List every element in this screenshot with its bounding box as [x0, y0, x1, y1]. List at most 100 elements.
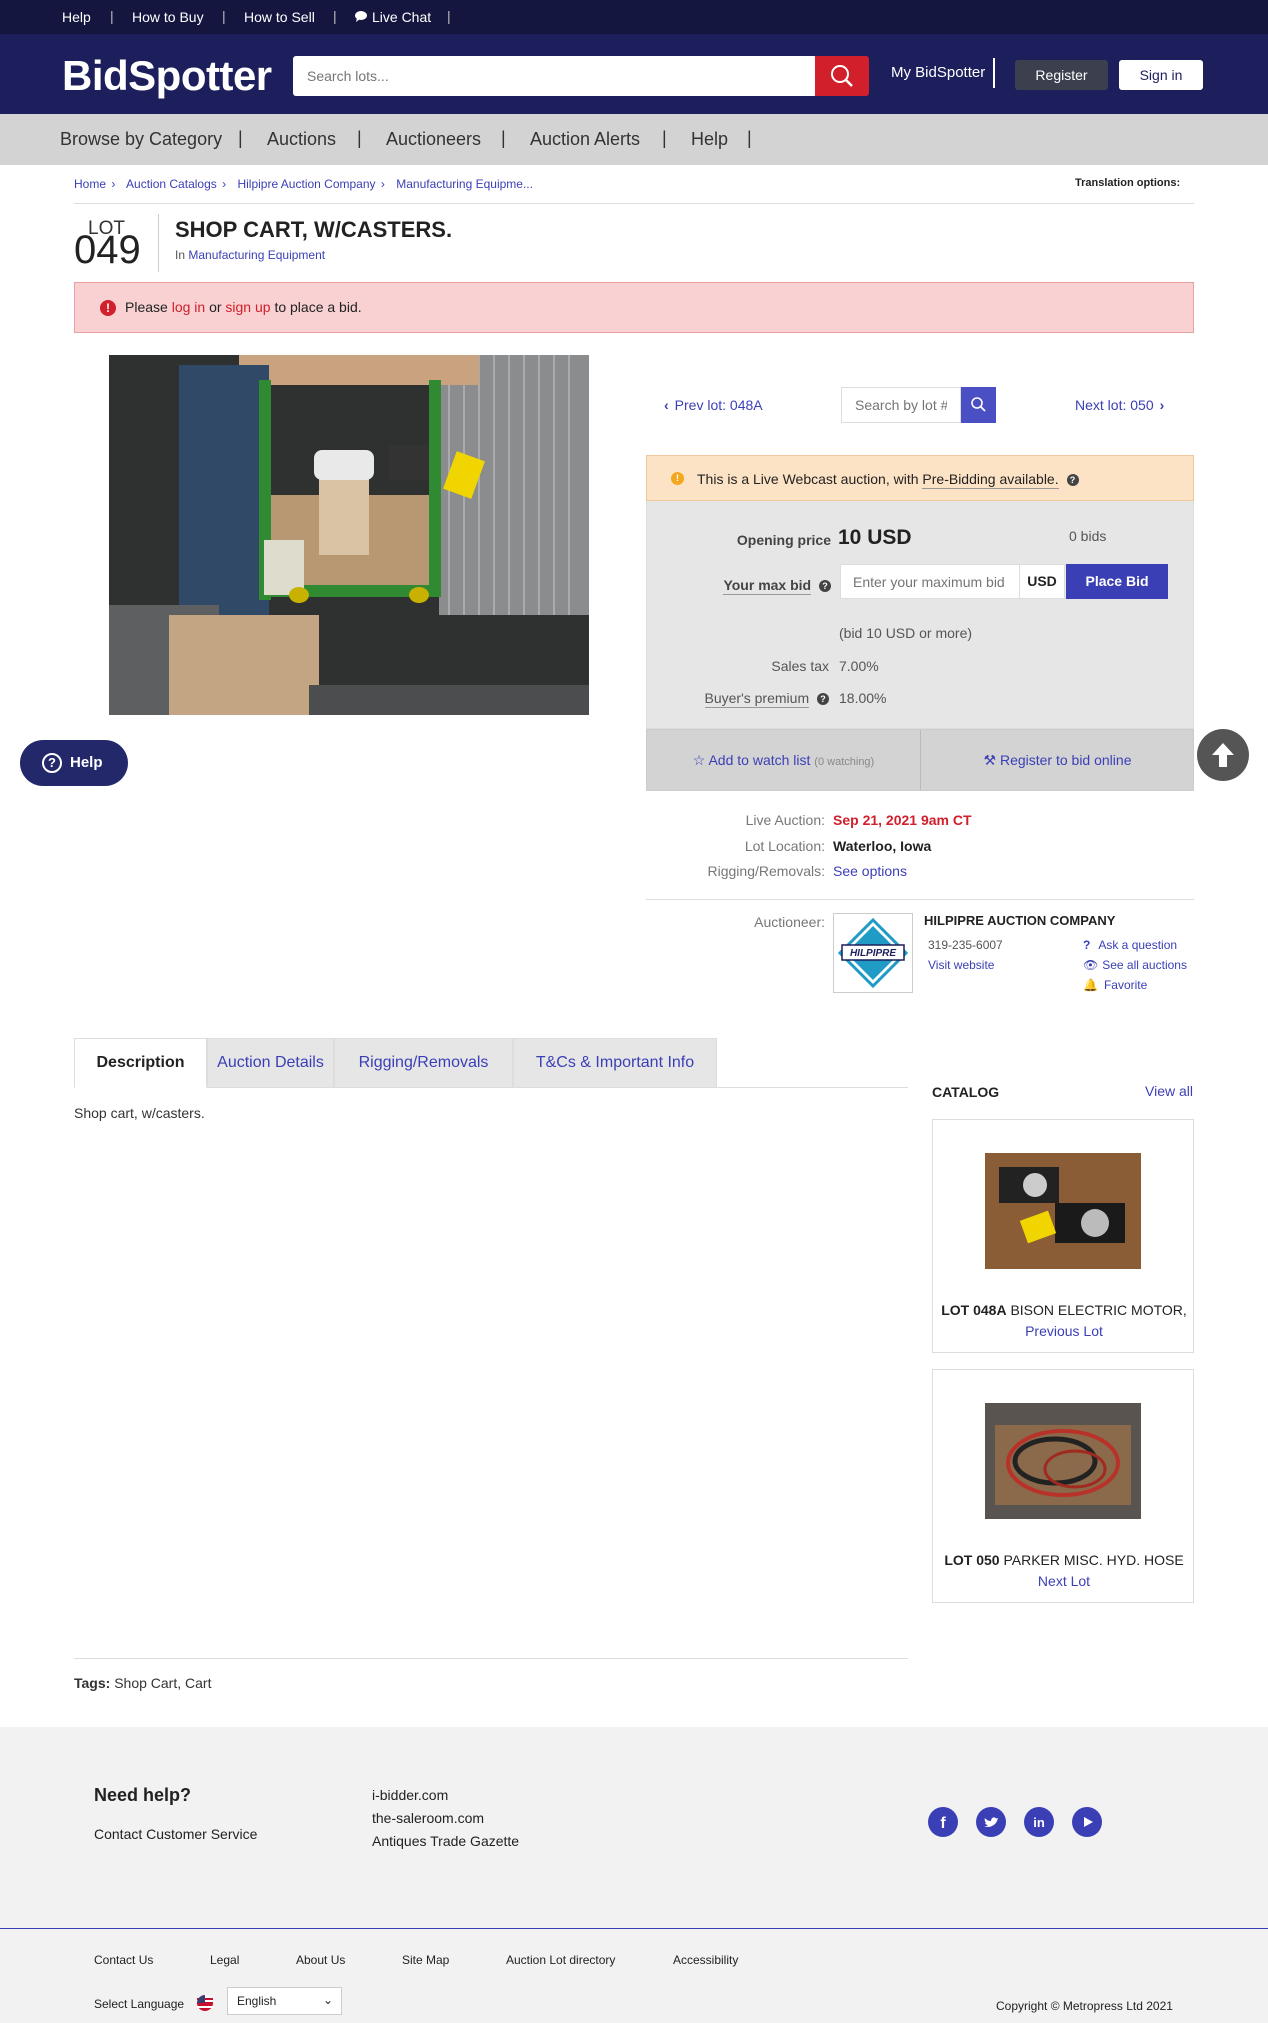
lot-search-button[interactable]: [961, 387, 996, 423]
help-widget-button[interactable]: ? Help: [20, 740, 128, 786]
in-label: In: [175, 248, 186, 262]
tab-terms[interactable]: T&Cs & Important Info: [513, 1038, 717, 1088]
bid-count: 0 bids: [1069, 528, 1107, 544]
translation-options[interactable]: Translation options:: [1075, 177, 1180, 189]
sales-tax-value: 7.00%: [839, 658, 879, 674]
lot-search-input[interactable]: [841, 387, 961, 423]
breadcrumb-category[interactable]: Manufacturing Equipme...: [396, 177, 533, 191]
previous-lot-link[interactable]: Previous Lot: [933, 1323, 1195, 1339]
favorite-link[interactable]: 🔔 Favorite: [1083, 978, 1147, 992]
search-button[interactable]: [815, 56, 869, 96]
auctioneer-name: HILPIPRE AUCTION COMPANY: [924, 913, 1116, 928]
max-bid-input[interactable]: [840, 564, 1020, 599]
sign-in-button[interactable]: Sign in: [1119, 60, 1203, 90]
footer-about-us-link[interactable]: About Us: [296, 1953, 345, 1967]
bidspotter-logo[interactable]: BidSpotter: [62, 52, 272, 100]
place-bid-button[interactable]: Place Bid: [1066, 564, 1168, 599]
add-to-watch-list-button[interactable]: ☆ Add to watch list (0 watching): [647, 730, 920, 790]
nav-help[interactable]: Help: [691, 129, 728, 150]
tab-rigging-removals[interactable]: Rigging/Removals: [334, 1038, 513, 1088]
footer-contact-us-link[interactable]: Contact Us: [94, 1953, 153, 1967]
my-bidspotter-link[interactable]: My BidSpotter: [891, 64, 985, 81]
next-lot-link[interactable]: Next lot: 050 ›: [1075, 397, 1164, 413]
contact-customer-service-link[interactable]: Contact Customer Service: [94, 1826, 257, 1842]
footer-legal-link[interactable]: Legal: [210, 1953, 239, 1967]
auctioneer-logo[interactable]: HILPIPRE: [833, 913, 913, 993]
lot-description: Shop cart, w/casters.: [74, 1105, 205, 1121]
header-divider: [993, 58, 995, 88]
catalog-lot-name: BISON ELECTRIC MOTOR,: [1010, 1302, 1187, 1318]
facebook-icon[interactable]: f: [928, 1807, 958, 1837]
buyers-premium-label[interactable]: Buyer's premium ?: [647, 690, 829, 708]
register-button[interactable]: Register: [1015, 60, 1108, 90]
catalog-card-previous[interactable]: LOT 048A BISON ELECTRIC MOTOR, Previous …: [932, 1119, 1194, 1353]
visit-website-link[interactable]: Visit website: [928, 958, 994, 972]
chevron-left-icon: ‹: [664, 397, 669, 413]
pre-bidding-link[interactable]: Pre-Bidding available.: [922, 471, 1059, 489]
lot-category-link[interactable]: Manufacturing Equipment: [188, 248, 325, 262]
footer-accessibility-link[interactable]: Accessibility: [673, 1953, 738, 1967]
svg-text:HILPIPRE: HILPIPRE: [850, 948, 896, 959]
separator: |: [110, 8, 114, 24]
register-to-bid-button[interactable]: ⚒ Register to bid online: [921, 730, 1194, 790]
chevron-right-icon: ›: [108, 177, 116, 191]
breadcrumb: Home › Auction Catalogs › Hilpipre Aucti…: [74, 177, 533, 191]
main-nav: Browse by Category | Auctions | Auctione…: [0, 114, 1268, 165]
eye-icon: 👁: [1083, 958, 1099, 972]
catalog-view-all-link[interactable]: View all: [1145, 1083, 1193, 1099]
max-bid-label[interactable]: Your max bid ?: [647, 577, 831, 595]
breadcrumb-auctioneer[interactable]: Hilpipre Auction Company: [237, 177, 375, 191]
catalog-thumbnail[interactable]: [985, 1403, 1141, 1519]
how-to-sell-link[interactable]: How to Sell: [244, 9, 315, 25]
live-chat-link[interactable]: Live Chat: [372, 9, 431, 25]
tab-auction-details[interactable]: Auction Details: [207, 1038, 334, 1088]
divider: [74, 1658, 908, 1659]
see-all-auctions-link[interactable]: 👁 See all auctions: [1083, 958, 1187, 972]
ask-question-link[interactable]: ? Ask a question: [1083, 938, 1177, 952]
separator: |: [662, 128, 667, 148]
catalog-lot-number: LOT 048A: [941, 1302, 1007, 1318]
footer-site-map-link[interactable]: Site Map: [402, 1953, 449, 1967]
login-alert: ! Please log in or sign up to place a bi…: [74, 282, 1194, 333]
chevron-down-icon: ⌄: [322, 1993, 333, 2007]
catalog-card-next[interactable]: LOT 050 PARKER MISC. HYD. HOSE Next Lot: [932, 1369, 1194, 1603]
saleroom-link[interactable]: the-saleroom.com: [372, 1810, 484, 1826]
catalog-thumbnail[interactable]: [985, 1153, 1141, 1269]
next-lot-catalog-link[interactable]: Next Lot: [933, 1573, 1195, 1589]
rigging-label: Rigging/Removals:: [707, 863, 826, 879]
footer-lot-directory-link[interactable]: Auction Lot directory: [506, 1953, 615, 1967]
help-link[interactable]: Help: [62, 9, 91, 25]
breadcrumb-auction-catalogs[interactable]: Auction Catalogs: [126, 177, 217, 191]
how-to-buy-link[interactable]: How to Buy: [132, 9, 204, 25]
webcast-notice: ! This is a Live Webcast auction, with P…: [646, 455, 1194, 501]
exclamation-icon: !: [100, 300, 116, 316]
search-icon: [971, 397, 986, 412]
nav-auction-alerts[interactable]: Auction Alerts: [530, 129, 640, 150]
rigging-see-options-link[interactable]: See options: [833, 863, 907, 879]
sign-up-link[interactable]: sign up: [225, 299, 270, 315]
linkedin-icon[interactable]: in: [1024, 1807, 1054, 1837]
lot-location: Waterloo, Iowa: [833, 838, 932, 854]
nav-auctioneers[interactable]: Auctioneers: [386, 129, 481, 150]
bid-panel: Opening price 10 USD 0 bids Your max bid…: [646, 501, 1194, 729]
prev-lot-link[interactable]: ‹ Prev lot: 048A: [664, 397, 763, 413]
language-select[interactable]: English ⌄: [227, 1987, 342, 2015]
lot-image[interactable]: [109, 355, 589, 715]
ibidder-link[interactable]: i-bidder.com: [372, 1787, 448, 1803]
twitter-icon[interactable]: [976, 1807, 1006, 1837]
nav-auctions[interactable]: Auctions: [267, 129, 336, 150]
search-input[interactable]: [293, 56, 816, 96]
youtube-icon[interactable]: [1072, 1807, 1102, 1837]
breadcrumb-home[interactable]: Home: [74, 177, 106, 191]
question-icon: ?: [819, 580, 831, 593]
catalog-lot-number: LOT 050: [944, 1552, 1000, 1568]
separator: |: [447, 8, 451, 24]
catalog-title: CATALOG: [932, 1084, 1000, 1100]
log-in-link[interactable]: log in: [172, 299, 205, 315]
scroll-to-top-button[interactable]: [1197, 729, 1249, 781]
question-icon: ?: [1066, 474, 1079, 487]
nav-browse-by-category[interactable]: Browse by Category: [60, 129, 222, 150]
tab-description[interactable]: Description: [74, 1038, 207, 1088]
star-icon: ☆: [692, 752, 706, 768]
antiques-trade-gazette-link[interactable]: Antiques Trade Gazette: [372, 1833, 519, 1849]
